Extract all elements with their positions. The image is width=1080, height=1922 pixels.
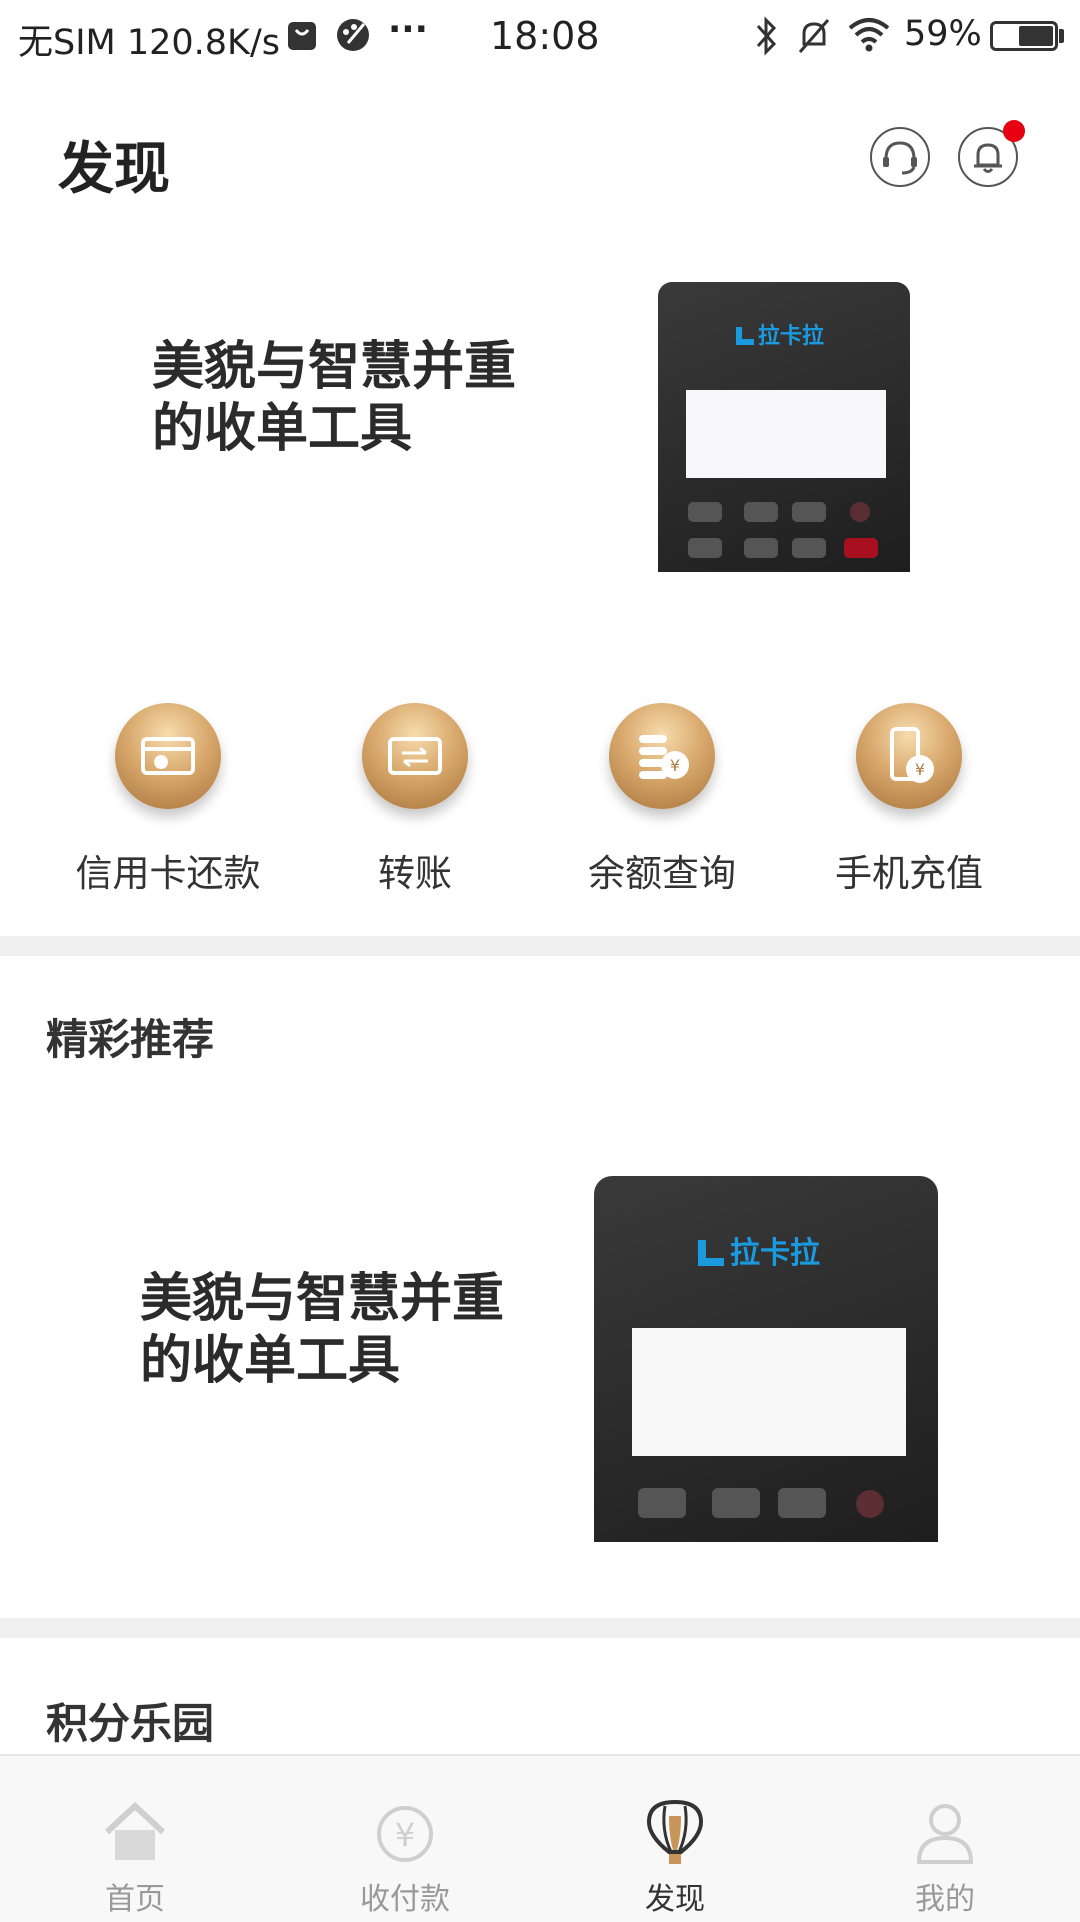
home-icon bbox=[104, 1801, 166, 1860]
recommend-card[interactable]: 美貌与智慧并重 的收单工具 拉卡拉 bbox=[0, 1120, 1080, 1560]
status-more: ··· bbox=[388, 10, 428, 50]
credit-card-repay-icon bbox=[115, 703, 221, 809]
headset-icon bbox=[883, 141, 917, 175]
status-carrier-speed: 无SIM 120.8K/s bbox=[18, 23, 281, 63]
user-icon bbox=[916, 1804, 974, 1864]
svg-text:¥: ¥ bbox=[915, 760, 925, 779]
customer-service-button[interactable] bbox=[870, 127, 930, 187]
nav-label: 发现 bbox=[645, 1882, 705, 1917]
nav-discover[interactable]: 发现 bbox=[540, 1756, 810, 1922]
battery-percent: 59% bbox=[904, 14, 982, 54]
phone-recharge-icon: ¥ bbox=[856, 703, 962, 809]
balance-query-action[interactable]: ¥ 余额查询 bbox=[537, 703, 787, 895]
bluetooth-icon bbox=[756, 16, 777, 56]
nav-label: 我的 bbox=[915, 1882, 975, 1917]
nav-payments[interactable]: ¥ 收付款 bbox=[270, 1756, 540, 1922]
section-divider bbox=[0, 936, 1080, 956]
notification-dot bbox=[1003, 120, 1025, 142]
balance-query-icon: ¥ bbox=[609, 703, 715, 809]
status-bar: 无SIM 120.8K/s ··· 18:08 59% bbox=[0, 0, 1080, 76]
shopping-bag-icon bbox=[288, 22, 316, 50]
quick-action-label: 余额查询 bbox=[588, 852, 736, 895]
points-section-title: 积分乐园 bbox=[46, 1699, 215, 1748]
palette-icon bbox=[337, 19, 369, 51]
quick-action-label: 信用卡还款 bbox=[75, 852, 261, 895]
credit-card-repay-action[interactable]: 信用卡还款 bbox=[43, 703, 293, 895]
nav-label: 收付款 bbox=[360, 1882, 450, 1917]
recommend-card-line-2: 的收单工具 bbox=[140, 1331, 401, 1391]
quick-action-label: 手机充值 bbox=[835, 852, 983, 895]
battery-fill bbox=[1018, 26, 1053, 46]
battery-icon bbox=[990, 21, 1058, 51]
section-divider bbox=[0, 1618, 1080, 1638]
bottom-navigation: 首页 ¥ 收付款 发现 我的 bbox=[0, 1754, 1080, 1922]
page-title: 发现 bbox=[58, 137, 170, 202]
transfer-action[interactable]: 转账 bbox=[290, 703, 540, 895]
recommend-section-title: 精彩推荐 bbox=[46, 1015, 215, 1064]
balloon-icon bbox=[646, 1799, 704, 1864]
nav-home[interactable]: 首页 bbox=[0, 1756, 270, 1922]
top-banner[interactable]: 美貌与智慧并重 的收单工具 拉卡拉 bbox=[0, 260, 1080, 590]
device-brand-logo: 拉卡拉 bbox=[698, 1228, 820, 1272]
device-brand-logo: 拉卡拉 bbox=[736, 318, 824, 350]
nav-label: 首页 bbox=[105, 1882, 165, 1917]
device-screen bbox=[632, 1328, 906, 1456]
yen-circle-icon: ¥ bbox=[377, 1806, 433, 1862]
recommend-card-line-1: 美貌与智慧并重 bbox=[140, 1269, 505, 1329]
banner-line-1: 美貌与智慧并重 bbox=[152, 337, 517, 397]
quick-action-label: 转账 bbox=[378, 852, 452, 895]
pos-terminal-image: 拉卡拉 bbox=[658, 282, 910, 572]
phone-recharge-action[interactable]: ¥ 手机充值 bbox=[784, 703, 1034, 895]
nav-me[interactable]: 我的 bbox=[810, 1756, 1080, 1922]
svg-text:¥: ¥ bbox=[670, 756, 680, 775]
status-time: 18:08 bbox=[490, 14, 600, 58]
transfer-icon bbox=[362, 703, 468, 809]
pos-terminal-image: 拉卡拉 bbox=[594, 1176, 938, 1542]
banner-line-2: 的收单工具 bbox=[152, 399, 413, 459]
svg-text:¥: ¥ bbox=[395, 1816, 415, 1854]
battery-cap bbox=[1059, 29, 1064, 43]
device-screen bbox=[686, 390, 886, 478]
mute-bell-icon bbox=[798, 19, 830, 53]
wifi-icon bbox=[848, 18, 890, 52]
